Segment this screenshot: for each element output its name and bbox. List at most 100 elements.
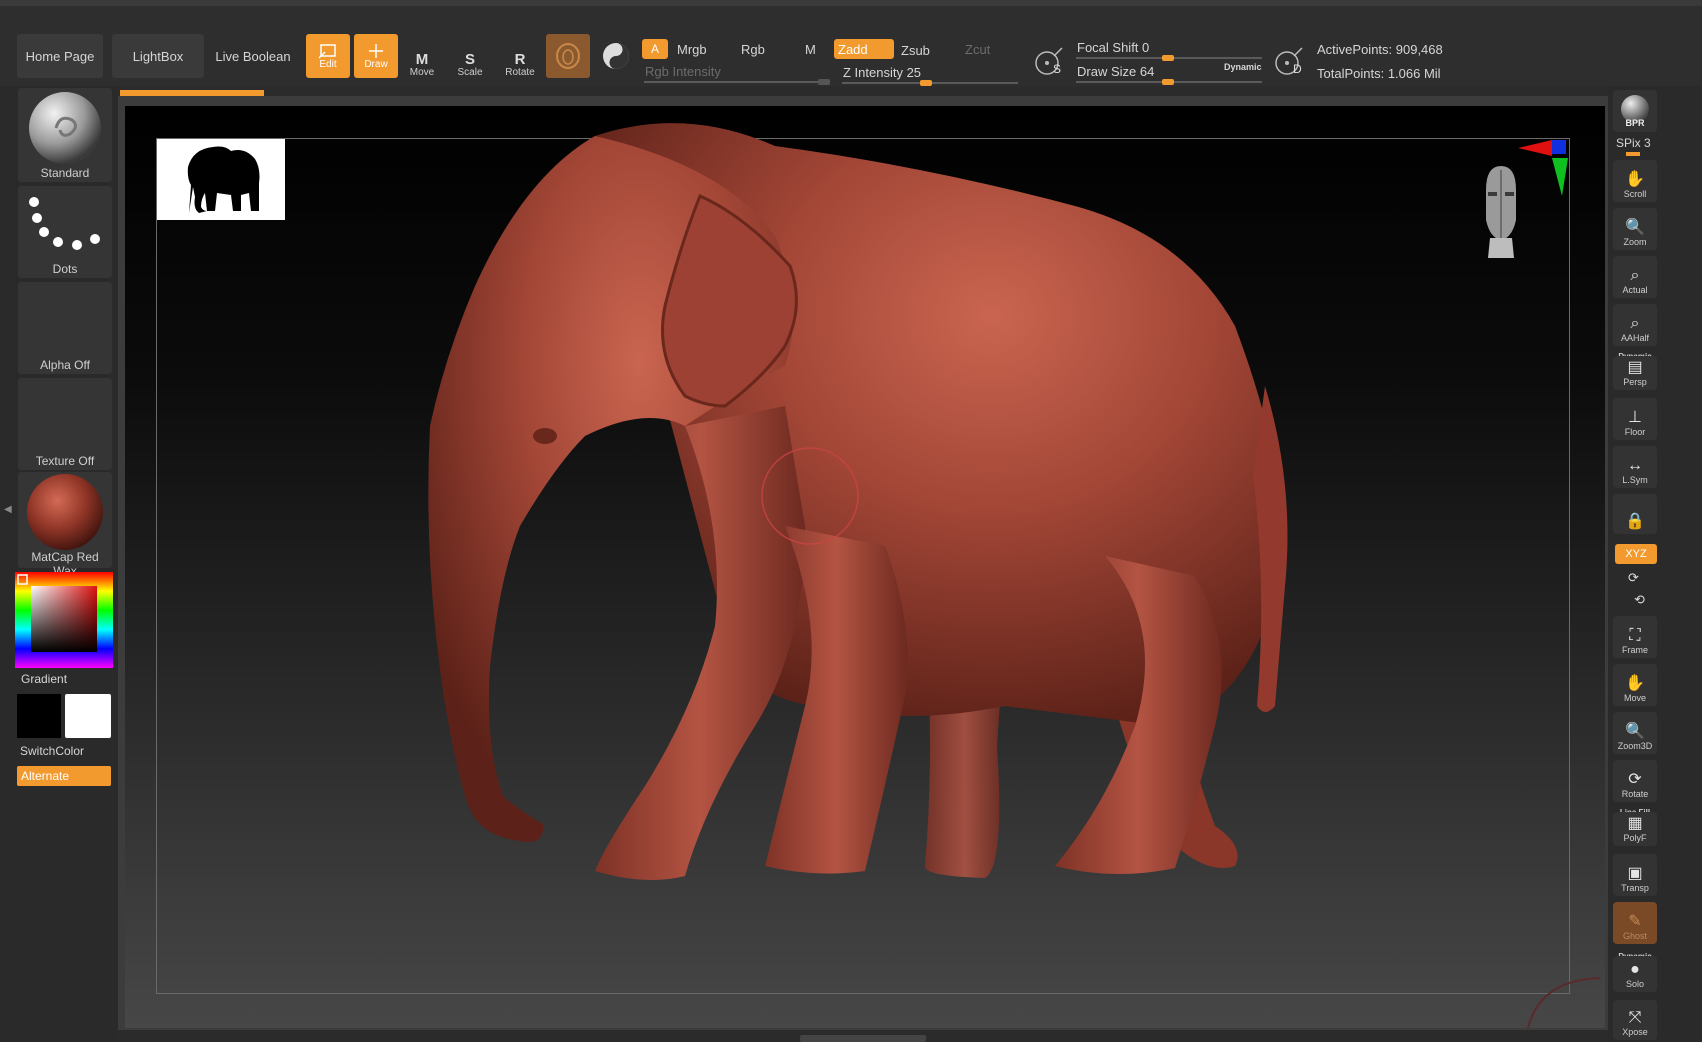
zoom-label: Zoom bbox=[1623, 237, 1647, 247]
m-button[interactable]: M bbox=[805, 42, 816, 57]
sculptris-icon bbox=[556, 43, 580, 69]
s-stroke-button[interactable]: S bbox=[1030, 44, 1068, 82]
xyz-button[interactable]: XYZ bbox=[1615, 544, 1657, 564]
persp-button[interactable]: ▤ Persp bbox=[1613, 356, 1657, 390]
active-points-readout: ActivePoints: 909,468 bbox=[1317, 42, 1443, 57]
primary-color-swatch[interactable] bbox=[17, 694, 61, 738]
zadd-button[interactable]: Zadd bbox=[834, 39, 894, 59]
stroke-name: Dots bbox=[52, 262, 78, 276]
zsub-button[interactable]: Zsub bbox=[901, 43, 930, 58]
aahalf-icon: ⌕ bbox=[1630, 315, 1640, 332]
d-stroke-button[interactable]: D bbox=[1270, 44, 1310, 84]
lsym-label: L.Sym bbox=[1622, 475, 1648, 485]
frame-button[interactable]: ⛶ Frame bbox=[1613, 616, 1657, 658]
a-toggle[interactable]: A bbox=[642, 39, 668, 59]
texture-selector[interactable]: Texture Off bbox=[18, 378, 112, 470]
alpha-name: Alpha Off bbox=[40, 358, 90, 372]
polyf-button[interactable]: ▦ PolyF bbox=[1613, 812, 1657, 846]
zcut-button[interactable]: Zcut bbox=[965, 42, 990, 57]
z-intensity-slider-label[interactable]: Z Intensity 25 bbox=[843, 65, 921, 80]
zoom3d-button[interactable]: 🔍 Zoom3D bbox=[1613, 712, 1657, 754]
secondary-color-swatch[interactable] bbox=[65, 694, 111, 738]
draw-button[interactable]: Draw bbox=[354, 34, 398, 78]
rgb-intensity-knob[interactable] bbox=[818, 79, 830, 85]
xpose-button[interactable]: ⤧ Xpose bbox=[1613, 1000, 1657, 1040]
lsym-button[interactable]: ↔ L.Sym bbox=[1613, 446, 1657, 488]
rotate-button[interactable]: R Rotate bbox=[498, 40, 542, 78]
xpose-icon: ⤧ bbox=[1628, 1009, 1642, 1026]
stroke-selector[interactable]: Dots bbox=[18, 186, 112, 278]
material-selector[interactable]: MatCap Red Wax bbox=[18, 472, 112, 578]
move-button[interactable]: M Move bbox=[402, 40, 442, 78]
ghost-label: Ghost bbox=[1622, 931, 1647, 941]
draw-size-knob[interactable] bbox=[1162, 79, 1174, 85]
gizmo-button[interactable] bbox=[596, 34, 636, 78]
bottom-shelf-handle[interactable] bbox=[800, 1035, 926, 1042]
alpha-selector[interactable]: Alpha Off bbox=[18, 282, 112, 374]
draw-size-label[interactable]: Draw Size 64 bbox=[1077, 64, 1154, 79]
home-page-button[interactable]: Home Page bbox=[17, 34, 103, 78]
rgb-intensity-slider-label[interactable]: Rgb Intensity bbox=[645, 64, 721, 79]
alternate-button[interactable]: Alternate bbox=[17, 766, 111, 786]
matcap-red-wax-icon bbox=[27, 474, 103, 550]
y-rotate-icon[interactable]: ⟳ bbox=[1628, 570, 1639, 586]
lock-button[interactable]: 🔒 bbox=[1613, 494, 1657, 534]
spix-knob[interactable] bbox=[1626, 152, 1640, 156]
floor-button[interactable]: ⊥ Floor bbox=[1613, 398, 1657, 440]
scale-icon: S bbox=[464, 51, 475, 68]
corner-arc bbox=[1527, 977, 1601, 1028]
solo-icon: ● bbox=[1630, 961, 1640, 978]
s-target-icon bbox=[1035, 47, 1063, 75]
spix-slider[interactable]: SPix 3 bbox=[1616, 136, 1651, 150]
ghost-icon: ✎ bbox=[1628, 913, 1642, 930]
actual-icon: ⌕ bbox=[1630, 267, 1640, 284]
scroll-button[interactable]: ✋ Scroll bbox=[1613, 160, 1657, 202]
xpose-label: Xpose bbox=[1622, 1027, 1648, 1037]
collapse-left-icon[interactable]: ◀ bbox=[4, 504, 12, 532]
focal-shift-label[interactable]: Focal Shift 0 bbox=[1077, 40, 1149, 55]
lock-icon: 🔒 bbox=[1625, 513, 1645, 530]
ghost-button[interactable]: ✎ Ghost bbox=[1613, 902, 1657, 944]
bpr-label: BPR bbox=[1625, 118, 1645, 128]
transparency-icon: ▣ bbox=[1627, 865, 1643, 882]
bpr-button[interactable]: BPR bbox=[1613, 90, 1657, 132]
actual-button[interactable]: ⌕ Actual bbox=[1613, 256, 1657, 298]
rotate-view-button[interactable]: ⟳ Rotate bbox=[1613, 760, 1657, 802]
solo-button[interactable]: ● Solo bbox=[1613, 956, 1657, 992]
move-view-button[interactable]: ✋ Move bbox=[1613, 664, 1657, 706]
axis-gizmo[interactable] bbox=[1512, 136, 1572, 200]
switch-color-button[interactable]: SwitchColor bbox=[20, 744, 84, 758]
z-intensity-knob[interactable] bbox=[920, 80, 932, 86]
lightbox-button[interactable]: LightBox bbox=[112, 34, 204, 78]
elephant-model bbox=[428, 123, 1288, 880]
transp-button[interactable]: ▣ Transp bbox=[1613, 854, 1657, 896]
sculptris-pro-button[interactable] bbox=[546, 34, 590, 78]
dots-stroke-icon bbox=[29, 197, 100, 250]
polyf-label: PolyF bbox=[1623, 833, 1647, 843]
floor-label: Floor bbox=[1624, 427, 1646, 437]
zoom-button[interactable]: 🔍 Zoom bbox=[1613, 208, 1657, 250]
edit-button[interactable]: Edit bbox=[306, 34, 350, 78]
live-boolean-button[interactable]: Live Boolean bbox=[208, 34, 298, 78]
mrgb-button[interactable]: Mrgb bbox=[677, 42, 707, 57]
rgb-button[interactable]: Rgb bbox=[741, 42, 765, 57]
z-rotate-icon[interactable]: ⟲ bbox=[1634, 592, 1645, 608]
color-picker[interactable] bbox=[15, 572, 113, 668]
color-picker-icon bbox=[15, 572, 113, 668]
standard-brush-icon bbox=[29, 92, 101, 164]
frame-icon: ⛶ bbox=[1629, 627, 1641, 644]
aahalf-button[interactable]: ⌕ AAHalf bbox=[1613, 304, 1657, 346]
rotate-view-icon: ⟳ bbox=[1628, 771, 1642, 788]
gradient-label[interactable]: Gradient bbox=[21, 672, 67, 686]
transp-label: Transp bbox=[1621, 883, 1649, 893]
scale-button[interactable]: S Scale bbox=[450, 40, 490, 78]
actual-label: Actual bbox=[1622, 285, 1648, 295]
magnifier-icon: 🔍 bbox=[1625, 219, 1645, 236]
dynamic-toggle[interactable]: Dynamic bbox=[1224, 62, 1262, 72]
frame-label: Frame bbox=[1621, 645, 1648, 655]
focal-shift-knob[interactable] bbox=[1162, 55, 1174, 61]
rgb-intensity-track[interactable] bbox=[644, 81, 830, 83]
brush-selector[interactable]: Standard bbox=[18, 88, 112, 182]
yin-yang-icon bbox=[603, 43, 629, 69]
axis-gizmo-icon bbox=[1518, 140, 1568, 196]
